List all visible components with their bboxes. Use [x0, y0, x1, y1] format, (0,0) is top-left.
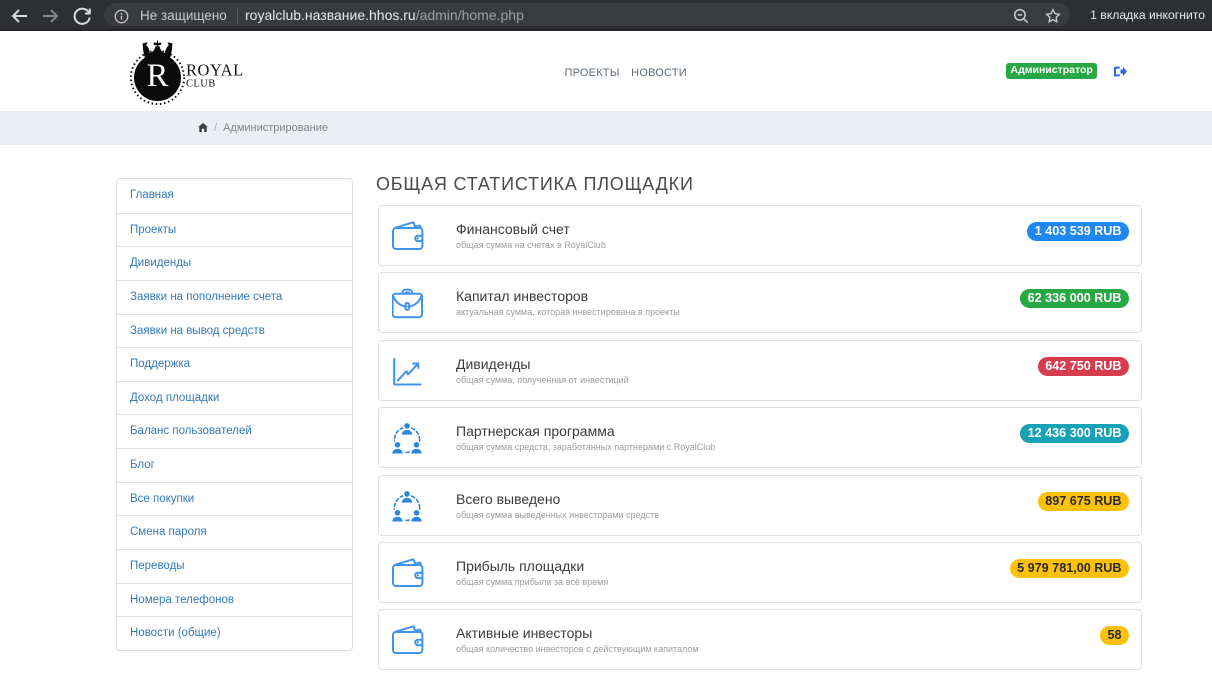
svg-text:CLUB: CLUB [186, 79, 216, 90]
svg-text:ROYAL: ROYAL [186, 61, 244, 80]
svg-text:R: R [147, 58, 169, 94]
